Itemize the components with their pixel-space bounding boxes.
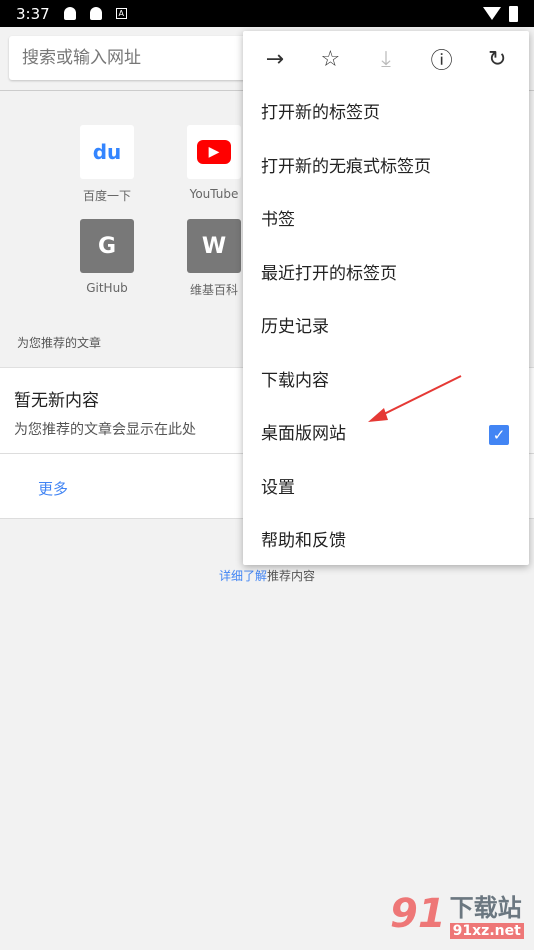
watermark-logo: 91 下载站 91xz.net (390, 888, 524, 939)
watermark-domain: 91xz.net (449, 923, 524, 939)
watermark-text: 下载站 (449, 894, 522, 922)
annotation-arrow-icon (368, 375, 462, 422)
